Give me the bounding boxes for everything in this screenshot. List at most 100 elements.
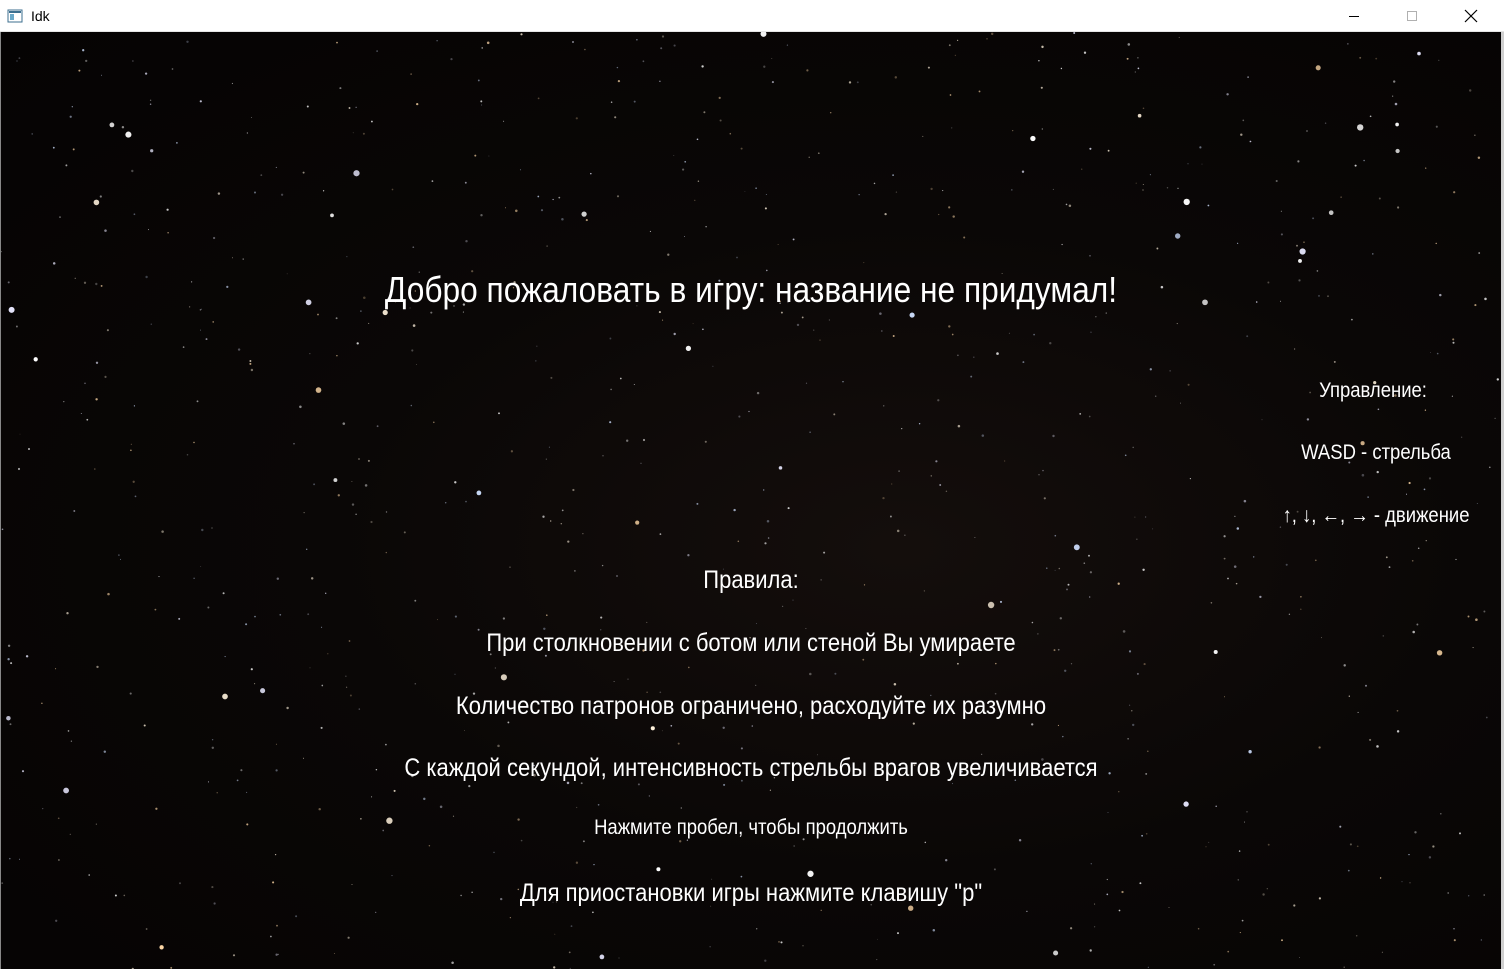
star bbox=[918, 422, 921, 425]
star bbox=[1134, 516, 1136, 518]
star bbox=[370, 520, 373, 524]
star bbox=[546, 245, 548, 247]
minimize-button[interactable] bbox=[1325, 0, 1383, 32]
star bbox=[616, 575, 618, 577]
star bbox=[130, 443, 132, 445]
star bbox=[55, 668, 57, 670]
star bbox=[226, 285, 229, 289]
star bbox=[1435, 242, 1437, 245]
star bbox=[67, 730, 70, 732]
rule-item-collision: При столкновении с ботом или стеной Вы у… bbox=[486, 629, 1016, 657]
star bbox=[737, 540, 740, 543]
star bbox=[246, 791, 248, 793]
star bbox=[1453, 191, 1456, 194]
star bbox=[368, 322, 370, 324]
star bbox=[1496, 378, 1499, 381]
star bbox=[114, 894, 117, 897]
star bbox=[55, 919, 58, 922]
star bbox=[883, 405, 885, 407]
star bbox=[1395, 148, 1400, 154]
star bbox=[279, 613, 282, 616]
game-canvas[interactable]: Добро пожаловать в игру: название не при… bbox=[1, 32, 1501, 969]
star bbox=[1010, 189, 1013, 191]
star bbox=[1142, 184, 1144, 185]
star bbox=[601, 564, 604, 567]
star bbox=[546, 614, 548, 616]
star bbox=[599, 954, 605, 960]
star bbox=[433, 421, 435, 424]
star bbox=[952, 783, 953, 785]
star bbox=[1355, 934, 1358, 937]
star bbox=[155, 807, 158, 810]
star bbox=[673, 44, 676, 47]
star bbox=[1205, 846, 1207, 848]
star bbox=[327, 653, 329, 655]
star bbox=[199, 309, 202, 311]
maximize-button[interactable] bbox=[1383, 0, 1441, 32]
star bbox=[207, 606, 210, 609]
star bbox=[697, 180, 700, 183]
star bbox=[504, 207, 507, 209]
star bbox=[1281, 939, 1283, 942]
star bbox=[305, 299, 312, 306]
star bbox=[72, 148, 75, 151]
star bbox=[349, 694, 352, 697]
star bbox=[778, 941, 780, 943]
star bbox=[1088, 554, 1090, 557]
star bbox=[1379, 877, 1382, 879]
star bbox=[320, 726, 323, 729]
star bbox=[1208, 841, 1210, 843]
star bbox=[1137, 57, 1139, 59]
star bbox=[1168, 906, 1170, 909]
star bbox=[16, 60, 18, 62]
star bbox=[1067, 583, 1070, 586]
star bbox=[59, 216, 61, 218]
star bbox=[993, 868, 996, 871]
star bbox=[1303, 241, 1305, 243]
star bbox=[1483, 610, 1486, 613]
star bbox=[333, 478, 338, 483]
star bbox=[922, 135, 924, 137]
star bbox=[1296, 244, 1298, 247]
star bbox=[1183, 801, 1189, 807]
star bbox=[370, 120, 373, 123]
title-bar[interactable]: Idk bbox=[0, 0, 1504, 32]
star bbox=[1459, 832, 1461, 835]
star bbox=[1060, 67, 1063, 70]
star bbox=[149, 99, 152, 101]
continue-hint: Нажмите пробел, чтобы продолжить bbox=[594, 816, 908, 839]
star bbox=[196, 400, 199, 403]
star bbox=[1043, 497, 1046, 500]
star bbox=[1340, 196, 1342, 198]
star bbox=[1089, 949, 1092, 952]
star bbox=[842, 381, 844, 383]
star bbox=[95, 282, 98, 286]
star bbox=[212, 321, 215, 323]
star bbox=[609, 421, 612, 424]
star bbox=[897, 932, 899, 935]
star bbox=[237, 348, 241, 351]
star bbox=[1395, 122, 1399, 127]
star bbox=[1083, 51, 1087, 54]
star bbox=[642, 60, 645, 63]
star bbox=[1093, 926, 1096, 928]
star bbox=[1022, 361, 1025, 364]
star bbox=[224, 656, 226, 658]
star bbox=[464, 181, 467, 184]
star bbox=[636, 39, 638, 41]
star bbox=[904, 534, 906, 536]
star bbox=[1128, 650, 1132, 653]
star bbox=[1369, 738, 1372, 741]
star bbox=[585, 219, 588, 222]
star bbox=[582, 533, 584, 535]
star bbox=[766, 519, 770, 523]
star bbox=[1, 251, 2, 253]
star bbox=[764, 959, 767, 962]
star bbox=[1354, 164, 1357, 167]
star bbox=[276, 924, 278, 927]
star bbox=[679, 840, 682, 843]
star bbox=[347, 936, 350, 939]
star bbox=[659, 80, 661, 83]
star bbox=[1288, 613, 1291, 615]
close-button[interactable] bbox=[1442, 0, 1500, 32]
